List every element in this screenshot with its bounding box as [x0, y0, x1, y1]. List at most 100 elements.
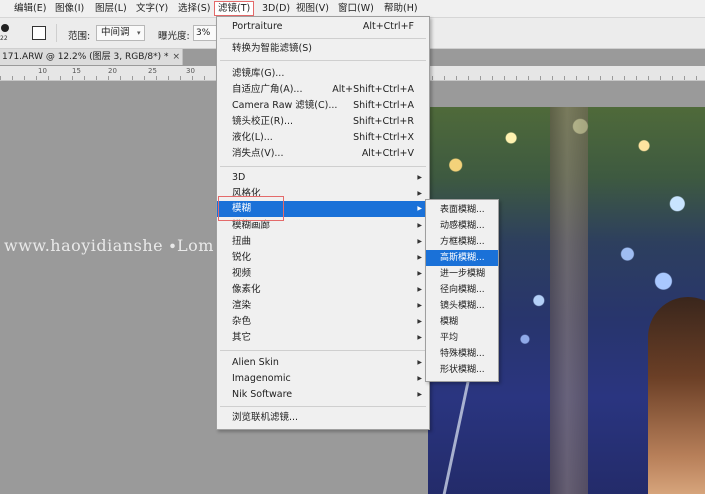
menu-item-convert-smart-filter[interactable]: 转换为智能滤镜(S)	[217, 41, 429, 57]
menu-item-label: 锐化	[232, 252, 252, 263]
menu-item-nik-software[interactable]: Nik Software ▶	[217, 387, 429, 403]
range-select[interactable]: 中间调 ▾	[96, 25, 145, 41]
ruler-label: 25	[148, 67, 157, 75]
menu-item-label: 3D	[232, 172, 246, 183]
submenu-item-motion-blur[interactable]: 动感模糊...	[426, 218, 498, 234]
menu-item-lens-correction[interactable]: 镜头校正(R)... Shift+Ctrl+R	[217, 114, 429, 130]
document-tab[interactable]: 171.ARW @ 12.2% (图层 3, RGB/8*) * ×	[0, 49, 183, 65]
submenu-item-smart-blur[interactable]: 特殊模糊...	[426, 346, 498, 362]
submenu-item-label: 模糊	[440, 317, 459, 327]
menu-item-distort[interactable]: 扭曲 ▶	[217, 234, 429, 250]
menu-edit[interactable]: 编辑(E)	[14, 2, 46, 15]
menu-item-label: 其它	[232, 332, 252, 343]
submenu-item-label: 表面模糊...	[440, 205, 485, 215]
submenu-arrow-icon: ▶	[417, 222, 422, 229]
menu-divider	[220, 166, 426, 167]
menu-item-vanishing-point[interactable]: 消失点(V)... Alt+Ctrl+V	[217, 146, 429, 162]
divider	[56, 24, 57, 42]
menu-item-label: Imagenomic	[232, 373, 291, 384]
menu-item-other[interactable]: 其它 ▶	[217, 330, 429, 346]
menu-item-filter-gallery[interactable]: 滤镜库(G)...	[217, 66, 429, 82]
submenu-item-label: 高斯模糊...	[440, 253, 485, 263]
document-title: 171.ARW @ 12.2% (图层 3, RGB/8*) *	[2, 52, 169, 62]
menu-select[interactable]: 选择(S)	[178, 2, 210, 15]
submenu-item-label: 平均	[440, 333, 459, 343]
brush-preset-icon[interactable]	[1, 24, 9, 32]
menu-divider	[220, 60, 426, 61]
menu-item-shortcut: Alt+Shift+Ctrl+A	[332, 84, 414, 95]
menu-3d[interactable]: 3D(D)	[262, 2, 290, 15]
filter-menu: Portraiture Alt+Ctrl+F 转换为智能滤镜(S) 滤镜库(G).…	[216, 16, 430, 430]
menu-window[interactable]: 窗口(W)	[338, 2, 374, 15]
menu-item-label: 渲染	[232, 300, 252, 311]
menu-item-label: Portraiture	[232, 21, 283, 32]
submenu-arrow-icon: ▶	[417, 190, 422, 197]
submenu-item-label: 进一步模糊	[440, 269, 486, 279]
menu-item-noise[interactable]: 杂色 ▶	[217, 314, 429, 330]
menu-view[interactable]: 视图(V)	[296, 2, 329, 15]
submenu-arrow-icon: ▶	[417, 286, 422, 293]
submenu-item-blur[interactable]: 模糊	[426, 314, 498, 330]
blur-submenu: 表面模糊... 动感模糊... 方框模糊... 高斯模糊... 进一步模糊 径向…	[425, 199, 499, 382]
submenu-item-lens-blur[interactable]: 镜头模糊...	[426, 298, 498, 314]
submenu-item-label: 形状模糊...	[440, 365, 485, 375]
submenu-item-shape-blur[interactable]: 形状模糊...	[426, 362, 498, 378]
menu-item-shortcut: Shift+Ctrl+A	[353, 100, 414, 111]
menu-layer[interactable]: 图层(L)	[95, 2, 127, 15]
submenu-item-label: 镜头模糊...	[440, 301, 485, 311]
exposure-label: 曝光度:	[158, 31, 190, 42]
menu-item-label: 镜头校正(R)...	[232, 116, 294, 127]
watermark-text: www.haoyidianshe ∙Lom	[4, 236, 214, 255]
ruler-label: 10	[38, 67, 47, 75]
submenu-arrow-icon: ▶	[417, 359, 422, 366]
menu-item-imagenomic[interactable]: Imagenomic ▶	[217, 371, 429, 387]
submenu-arrow-icon: ▶	[417, 375, 422, 382]
menu-item-render[interactable]: 渲染 ▶	[217, 298, 429, 314]
menu-filter[interactable]: 滤镜(T)	[213, 1, 255, 16]
range-label: 范围:	[68, 31, 91, 42]
menu-item-label: 液化(L)...	[232, 132, 273, 143]
menu-item-label: Nik Software	[232, 389, 293, 400]
ruler-label: 30	[186, 67, 195, 75]
ruler-label: 15	[72, 67, 81, 75]
submenu-item-label: 特殊模糊...	[440, 349, 485, 359]
menu-item-label: 转换为智能滤镜(S)	[232, 43, 312, 54]
submenu-item-radial-blur[interactable]: 径向模糊...	[426, 282, 498, 298]
submenu-item-label: 方框模糊...	[440, 237, 485, 247]
range-select-value: 中间调	[101, 27, 130, 38]
menu-item-camera-raw-filter[interactable]: Camera Raw 滤镜(C)... Shift+Ctrl+A	[217, 98, 429, 114]
menu-item-shortcut: Alt+Ctrl+F	[362, 21, 414, 32]
submenu-arrow-icon: ▶	[417, 391, 422, 398]
submenu-item-gaussian-blur[interactable]: 高斯模糊...	[426, 250, 498, 266]
menu-item-label: 杂色	[232, 316, 252, 327]
brush-settings-button[interactable]	[32, 26, 46, 40]
submenu-item-blur-more[interactable]: 进一步模糊	[426, 266, 498, 282]
menu-item-sharpen[interactable]: 锐化 ▶	[217, 250, 429, 266]
menu-help[interactable]: 帮助(H)	[384, 2, 418, 15]
menu-image[interactable]: 图像(I)	[55, 2, 84, 15]
photo-person-hair	[648, 297, 705, 494]
menu-item-shortcut: Shift+Ctrl+R	[352, 116, 414, 127]
menu-item-portraiture[interactable]: Portraiture Alt+Ctrl+F	[217, 19, 429, 35]
submenu-item-surface-blur[interactable]: 表面模糊...	[426, 202, 498, 218]
submenu-item-box-blur[interactable]: 方框模糊...	[426, 234, 498, 250]
chevron-down-icon: ▾	[137, 29, 141, 37]
menu-item-video[interactable]: 视频 ▶	[217, 266, 429, 282]
menu-item-label: Camera Raw 滤镜(C)...	[232, 100, 338, 111]
menu-item-adaptive-wide-angle[interactable]: 自适应广角(A)... Alt+Shift+Ctrl+A	[217, 82, 429, 98]
menu-item-shortcut: Alt+Ctrl+V	[361, 148, 414, 159]
menu-type[interactable]: 文字(Y)	[136, 2, 168, 15]
submenu-item-average[interactable]: 平均	[426, 330, 498, 346]
menu-item-label: 自适应广角(A)...	[232, 84, 303, 95]
highlight-callout	[218, 196, 284, 221]
brush-size-label: 22	[0, 35, 8, 42]
menu-item-pixelate[interactable]: 像素化 ▶	[217, 282, 429, 298]
menu-item-alien-skin[interactable]: Alien Skin ▶	[217, 355, 429, 371]
menu-divider	[220, 350, 426, 351]
menu-item-liquify[interactable]: 液化(L)... Shift+Ctrl+X	[217, 130, 429, 146]
menu-item-browse-online-filters[interactable]: 浏览联机滤镜...	[217, 410, 429, 426]
menu-item-3d[interactable]: 3D ▶	[217, 170, 429, 186]
menu-divider	[220, 406, 426, 407]
close-icon[interactable]: ×	[173, 52, 181, 62]
submenu-arrow-icon: ▶	[417, 270, 422, 277]
